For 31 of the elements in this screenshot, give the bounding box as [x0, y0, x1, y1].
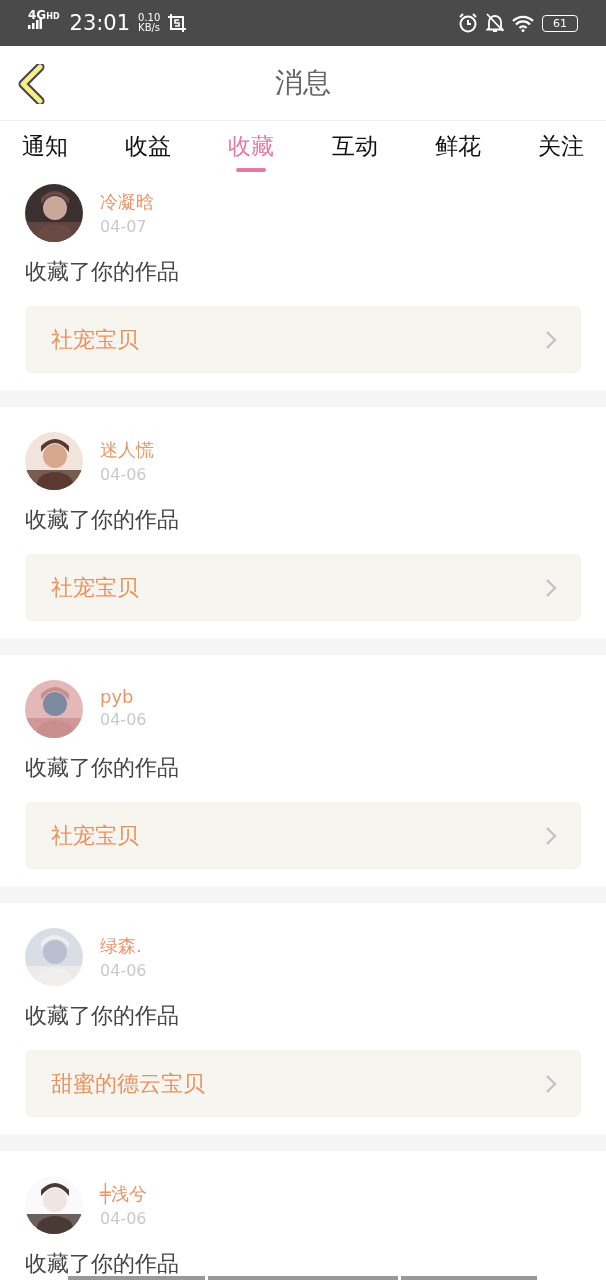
message-text: 收藏了你的作品: [25, 1004, 179, 1028]
battery-level: 61: [553, 16, 567, 30]
speed-unit: KB/s: [138, 23, 161, 33]
tab[interactable]: 关注: [537, 121, 584, 172]
chevron-right-icon: [545, 1073, 557, 1094]
chevron-right-icon: [545, 825, 557, 846]
wifi-icon: [512, 14, 534, 32]
tab[interactable]: 通知: [22, 121, 68, 172]
message-text: 收藏了你的作品: [25, 508, 179, 532]
signal-icon: [28, 17, 42, 29]
network-hd-label: HD: [46, 11, 60, 21]
network-type: 4G: [28, 8, 47, 22]
speed-value: 0.10: [138, 13, 161, 23]
tab[interactable]: 互动: [331, 121, 378, 172]
user-name: 冷凝晗: [100, 190, 154, 214]
tab[interactable]: 收益: [125, 121, 172, 172]
bell-off-icon: [486, 13, 504, 33]
user-name: ╪浅兮: [100, 1182, 147, 1206]
tab[interactable]: 鲜花: [434, 121, 481, 172]
clock-time: 23:01: [69, 11, 131, 35]
chevron-right-icon: [545, 577, 557, 598]
user-name: 绿森.: [100, 934, 143, 958]
alarm-icon: [458, 13, 478, 33]
user-name: pyb: [100, 686, 135, 707]
page-title: 消息: [275, 65, 331, 101]
message-text: 收藏了你的作品: [25, 260, 179, 284]
screenshot-icon: [168, 14, 187, 32]
user-name: 迷人慌: [100, 438, 154, 462]
chevron-right-icon: [545, 329, 557, 350]
message-text: 收藏了你的作品: [25, 756, 179, 780]
message-text: 收藏了你的作品: [25, 1252, 179, 1276]
